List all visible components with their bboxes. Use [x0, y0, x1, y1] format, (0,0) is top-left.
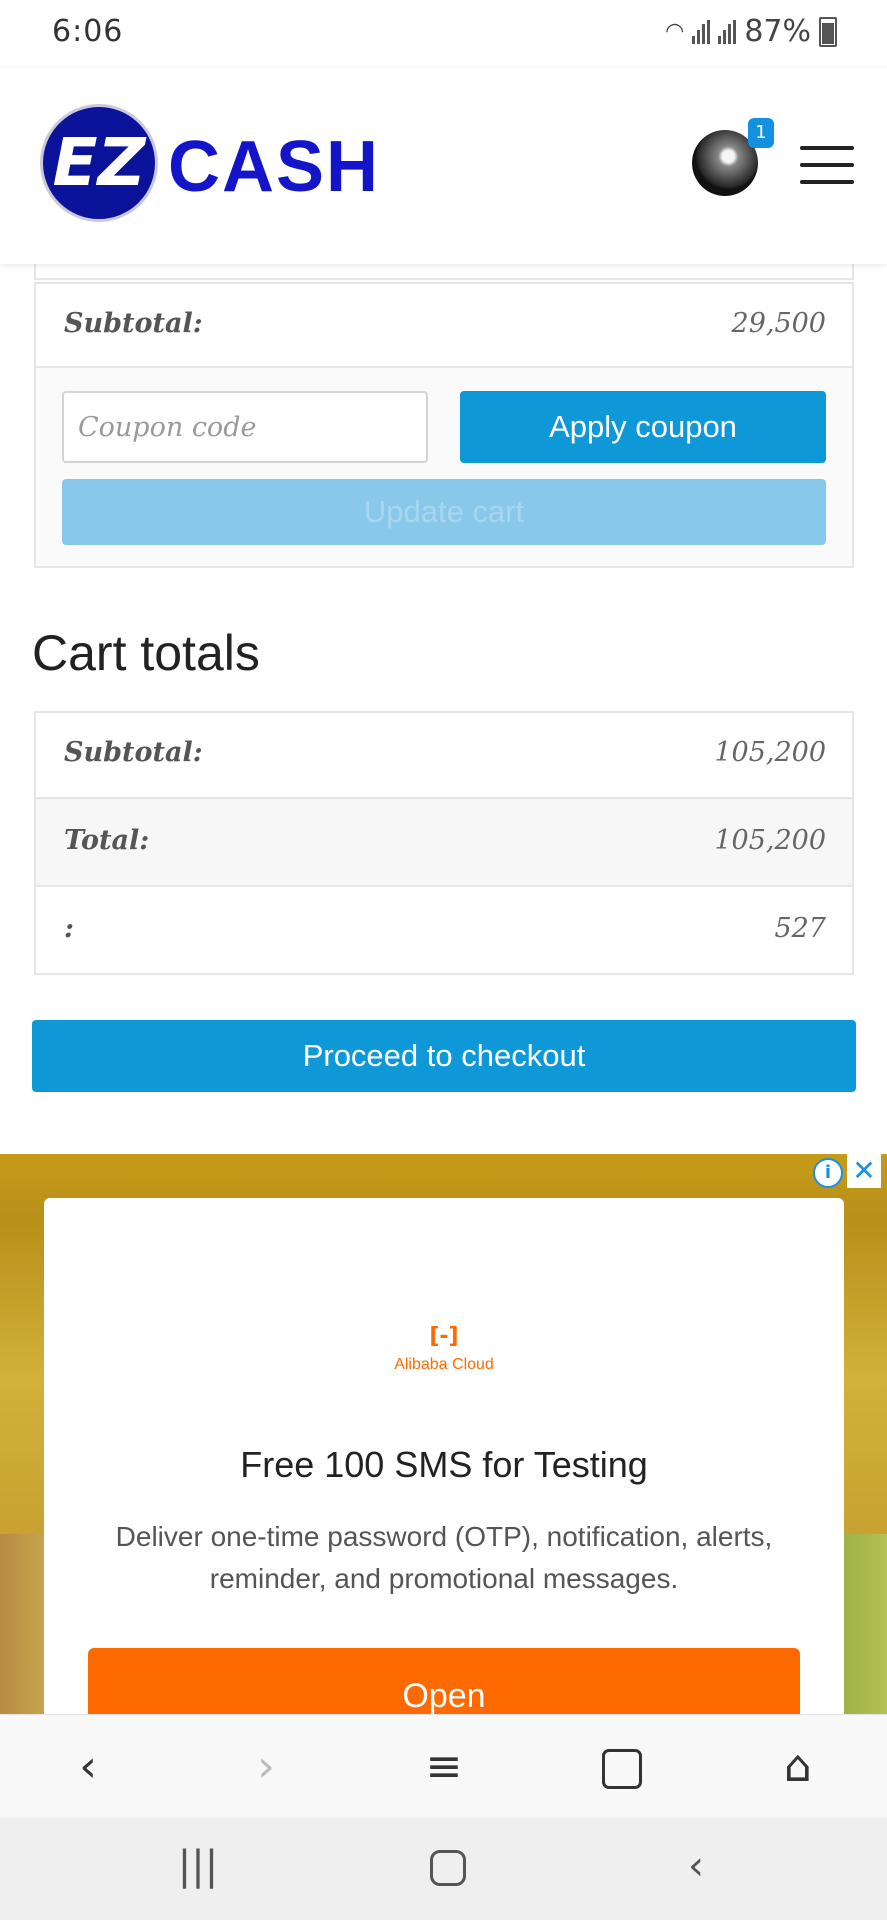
- cart-count-badge: 1: [748, 118, 774, 148]
- totals-row-extra: : 527: [34, 885, 854, 975]
- recents-icon[interactable]: |||: [168, 1836, 228, 1896]
- signal-icon: [692, 19, 711, 44]
- update-cart-button[interactable]: Update cart: [62, 479, 826, 545]
- proceed-to-checkout-button[interactable]: Proceed to checkout: [32, 1020, 856, 1092]
- ad-background-right: [842, 1534, 887, 1714]
- ad-description: Deliver one-time password (OTP), notific…: [115, 1521, 773, 1594]
- status-icons: ◠ 87%: [665, 14, 837, 49]
- cart-subtotal-label: Subtotal:: [64, 308, 203, 339]
- cart-subtotal-value: 29,500: [731, 308, 826, 339]
- cart-totals-heading: Cart totals: [32, 625, 260, 681]
- logo-mark[interactable]: EZ: [40, 104, 158, 222]
- system-back-icon[interactable]: ‹: [666, 1836, 726, 1896]
- site-header: EZ CASH 1: [0, 68, 887, 264]
- battery-percent: 87%: [744, 14, 811, 49]
- browser-toolbar: ‹ › ≡ ⌂: [0, 1714, 887, 1819]
- ad-card[interactable]: [-] Alibaba Cloud Free 100 SMS for Testi…: [44, 1198, 844, 1714]
- status-bar: 6:06 ◠ 87%: [0, 0, 887, 68]
- ad-open-button[interactable]: Open: [88, 1648, 800, 1714]
- ad-brand: Alibaba Cloud: [394, 1356, 494, 1373]
- totals-total-value: 105,200: [714, 825, 826, 856]
- advertisement[interactable]: i ✕ [-] Alibaba Cloud Free 100 SMS for T…: [0, 1154, 887, 1714]
- home-button-icon[interactable]: [418, 1836, 478, 1896]
- apply-coupon-button[interactable]: Apply coupon: [460, 391, 826, 463]
- home-icon[interactable]: ⌂: [768, 1737, 828, 1797]
- totals-extra-label: :: [64, 913, 74, 944]
- tabs-icon[interactable]: [592, 1737, 652, 1797]
- totals-total-label: Total:: [64, 825, 150, 856]
- back-icon[interactable]: ‹: [58, 1737, 118, 1797]
- totals-extra-value: 527: [774, 913, 826, 944]
- signal-icon-2: [718, 19, 737, 44]
- totals-row-total: Total: 105,200: [34, 797, 854, 887]
- hamburger-menu-icon[interactable]: [800, 146, 854, 184]
- menu-icon[interactable]: ≡: [414, 1737, 474, 1797]
- cart-subtotal-row: Subtotal: 29,500: [34, 282, 854, 368]
- totals-subtotal-label: Subtotal:: [64, 737, 203, 768]
- ad-close-icon[interactable]: ✕: [847, 1154, 881, 1188]
- totals-subtotal-value: 105,200: [714, 737, 826, 768]
- status-time: 6:06: [52, 14, 124, 49]
- ad-info-icon[interactable]: i: [813, 1158, 843, 1188]
- totals-row-subtotal: Subtotal: 105,200: [34, 711, 854, 799]
- ad-background-left: [0, 1534, 45, 1714]
- cart-table-top-edge: [34, 262, 854, 280]
- logo-text[interactable]: CASH: [168, 126, 380, 208]
- ad-title[interactable]: Free 100 SMS for Testing: [44, 1444, 844, 1486]
- wifi-icon: ◠: [665, 19, 685, 44]
- system-navigation-bar: ||| ‹: [0, 1818, 887, 1920]
- coupon-code-input[interactable]: [62, 391, 428, 463]
- alibaba-cloud-logo-icon: [-]: [429, 1324, 459, 1349]
- battery-icon: [819, 16, 837, 47]
- forward-icon[interactable]: ›: [236, 1737, 296, 1797]
